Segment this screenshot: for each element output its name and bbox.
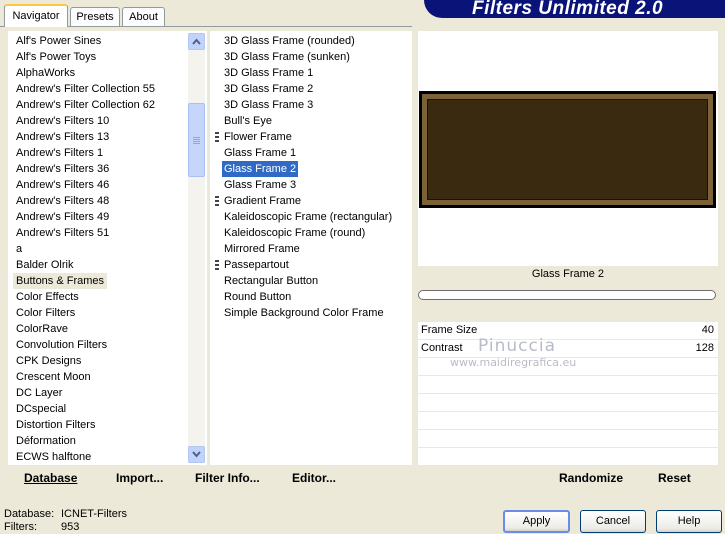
category-item[interactable]: ColorRave	[16, 321, 68, 337]
filter-item[interactable]: Rectangular Button	[224, 273, 318, 289]
filter-item[interactable]: Gradient Frame	[224, 193, 301, 209]
category-item[interactable]: Buttons & Frames	[13, 273, 108, 289]
preview-image	[419, 91, 716, 208]
app-banner: Filters Unlimited 2.0	[424, 0, 725, 19]
status-database-value: ICNET-Filters	[61, 508, 127, 520]
filter-item[interactable]: Mirrored Frame	[224, 241, 300, 257]
watermark-name: Pinuccia	[478, 336, 556, 356]
category-item[interactable]: Andrew's Filters 1	[16, 145, 103, 161]
category-item[interactable]: a	[16, 241, 22, 257]
category-item[interactable]: AlphaWorks	[16, 65, 75, 81]
category-item[interactable]: Andrew's Filters 48	[16, 193, 109, 209]
watermark-url: www.maidiregrafica.eu	[450, 356, 577, 369]
category-item[interactable]: Alf's Power Sines	[16, 33, 101, 49]
tab-presets[interactable]: Presets	[70, 7, 120, 26]
status-filters-label: Filters:	[4, 521, 37, 533]
filter-item[interactable]: Glass Frame 2	[222, 161, 299, 177]
param-label: Contrast	[421, 342, 463, 354]
filter-item[interactable]: Flower Frame	[224, 129, 292, 145]
category-item[interactable]: Déformation	[16, 433, 76, 449]
preview-frame-border	[422, 94, 713, 205]
status-filters: Filters: 953	[4, 521, 79, 533]
progress-bar	[418, 290, 716, 300]
tab-navigator[interactable]: Navigator	[4, 4, 68, 27]
category-item[interactable]: Andrew's Filters 13	[16, 129, 109, 145]
category-item[interactable]: Andrew's Filters 10	[16, 113, 109, 129]
filter-item[interactable]: 3D Glass Frame (sunken)	[224, 49, 350, 65]
import-button-label: Import...	[116, 471, 164, 485]
filter-item[interactable]: Round Button	[224, 289, 291, 305]
category-item[interactable]: CPK Designs	[16, 353, 81, 369]
category-item[interactable]: Andrew's Filters 36	[16, 161, 109, 177]
category-item[interactable]: Convolution Filters	[16, 337, 107, 353]
filter-info-button-label: Filter Info...	[195, 471, 260, 485]
param-row-empty	[418, 394, 718, 412]
category-item[interactable]: Andrew's Filter Collection 62	[16, 97, 155, 113]
param-value: 128	[695, 342, 714, 354]
chevron-up-icon	[192, 38, 201, 45]
database-button[interactable]: Database	[24, 471, 77, 485]
category-item[interactable]: Distortion Filters	[16, 417, 95, 433]
category-item[interactable]: Balder Olrik	[16, 257, 73, 273]
param-row-empty	[418, 430, 718, 448]
editor-button[interactable]: Editor...	[292, 471, 336, 485]
filter-item[interactable]: 3D Glass Frame (rounded)	[224, 33, 355, 49]
scroll-down-button[interactable]	[188, 446, 205, 463]
filter-item[interactable]: 3D Glass Frame 1	[224, 65, 313, 81]
filter-item[interactable]: Kaleidoscopic Frame (round)	[224, 225, 365, 241]
filter-item[interactable]: Simple Background Color Frame	[224, 305, 384, 321]
status-filters-value: 953	[61, 521, 80, 533]
filter-item[interactable]: Kaleidoscopic Frame (rectangular)	[224, 209, 392, 225]
import-button[interactable]: Import...	[116, 471, 163, 485]
database-button-label: Database	[24, 471, 78, 485]
tab-about[interactable]: About	[122, 7, 165, 26]
category-item[interactable]: ECWS halftone	[16, 449, 91, 465]
filter-item[interactable]: Glass Frame 3	[224, 177, 296, 193]
param-row-empty	[418, 376, 718, 394]
status-database: Database: ICNET-Filters	[4, 508, 127, 520]
category-item[interactable]: Color Filters	[16, 305, 75, 321]
category-item[interactable]: Andrew's Filter Collection 55	[16, 81, 155, 97]
scroll-up-button[interactable]	[188, 33, 205, 50]
filter-info-button[interactable]: Filter Info...	[195, 471, 260, 485]
category-item[interactable]: Crescent Moon	[16, 369, 91, 385]
scroll-thumb[interactable]	[188, 103, 205, 177]
cancel-button[interactable]: Cancel	[580, 510, 646, 533]
category-scrollbar[interactable]	[188, 33, 205, 463]
category-item[interactable]: DC Layer	[16, 385, 62, 401]
param-row-empty	[418, 412, 718, 430]
category-item[interactable]: Andrew's Filters 46	[16, 177, 109, 193]
help-button[interactable]: Help	[656, 510, 722, 533]
category-item[interactable]: DCspecial	[16, 401, 66, 417]
banner-title: Filters Unlimited 2.0	[472, 0, 664, 19]
param-row-frame-size[interactable]: Frame Size 40	[418, 322, 718, 340]
submenu-grip-icon	[215, 132, 219, 142]
param-value: 40	[701, 324, 714, 336]
param-label: Frame Size	[421, 324, 478, 336]
editor-button-label: Editor...	[292, 471, 337, 485]
filter-name-title: Glass Frame 2	[531, 268, 605, 280]
status-database-label: Database:	[4, 508, 55, 520]
category-item[interactable]: Andrew's Filters 51	[16, 225, 109, 241]
category-item[interactable]: Color Effects	[16, 289, 79, 305]
param-row-empty	[418, 448, 718, 466]
filter-item[interactable]: Glass Frame 1	[224, 145, 296, 161]
submenu-grip-icon	[215, 196, 219, 206]
submenu-grip-icon	[215, 260, 219, 270]
category-item[interactable]: Andrew's Filters 49	[16, 209, 109, 225]
category-item[interactable]: Alf's Power Toys	[16, 49, 96, 65]
chevron-down-icon	[192, 451, 201, 458]
reset-button[interactable]: Reset	[658, 471, 691, 485]
filter-item[interactable]: Bull's Eye	[224, 113, 272, 129]
randomize-button[interactable]: Randomize	[559, 471, 623, 485]
filter-item[interactable]: 3D Glass Frame 3	[224, 97, 313, 113]
preview-frame-fill	[427, 99, 708, 200]
apply-button[interactable]: Apply	[503, 510, 570, 533]
filter-item[interactable]: Passepartout	[224, 257, 289, 273]
filter-item[interactable]: 3D Glass Frame 2	[224, 81, 313, 97]
